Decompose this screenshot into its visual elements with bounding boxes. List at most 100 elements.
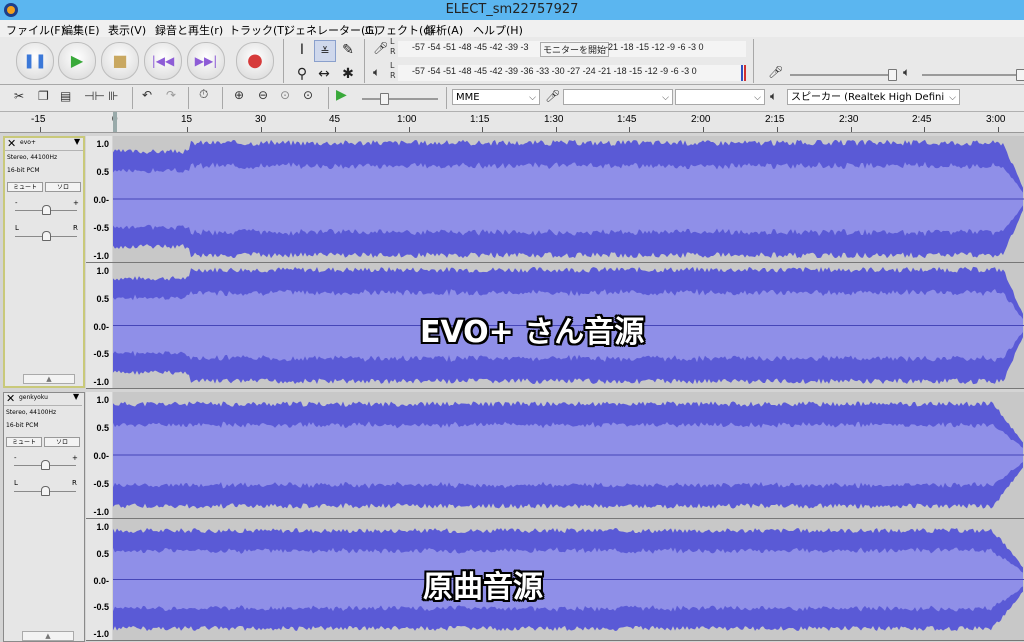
input-volume-slider[interactable]	[790, 74, 895, 76]
gain-slider-knob[interactable]	[42, 205, 51, 215]
skip-to-start-button[interactable]: |◀◀	[144, 42, 182, 80]
amplitude-scale[interactable]: 1.0 0.5 0.0- -0.5 -1.0	[86, 263, 112, 388]
ruler-tick	[998, 127, 999, 132]
playback-device-icon: 🔈︎	[770, 89, 778, 103]
skip-end-icon: ▶▶|	[194, 54, 218, 68]
envelope-tool[interactable]: ≚	[314, 40, 336, 62]
track-menu-dropdown-icon[interactable]: ▼	[73, 392, 79, 401]
stop-button[interactable]: ■	[101, 42, 139, 80]
output-volume-slider[interactable]	[922, 74, 1020, 76]
track-bit-depth: 16-bit PCM	[7, 167, 40, 174]
play-meter-r: R	[390, 71, 396, 80]
track-name-button[interactable]: evo+	[20, 139, 36, 146]
amplitude-scale[interactable]: 1.0 0.5 0.0- -0.5 -1.0	[86, 392, 112, 518]
record-button[interactable]: ●	[236, 42, 274, 80]
track-menu-dropdown-icon[interactable]: ▼	[74, 137, 80, 146]
redo-icon[interactable]: ↷	[166, 88, 176, 102]
play-speed-knob[interactable]	[380, 93, 389, 105]
scale-label: 0.0-	[93, 195, 109, 205]
pause-button[interactable]: ❚❚	[16, 42, 54, 80]
paste-icon[interactable]: ▤	[60, 89, 71, 103]
menu-analyze[interactable]: 解析(A)	[425, 22, 463, 38]
ruler-tick	[629, 127, 630, 132]
play-speed-slider[interactable]	[362, 98, 438, 100]
start-monitoring-label[interactable]: モニターを開始	[540, 42, 610, 57]
recording-device-select[interactable]: ⌵	[563, 89, 673, 105]
track-name-button[interactable]: genkyoku	[19, 394, 48, 401]
copy-icon[interactable]: ❐	[38, 89, 49, 103]
timeline-ruler[interactable]: -1501530451:001:151:301:452:002:152:302:…	[0, 112, 1024, 133]
solo-button[interactable]: ソロ	[44, 437, 80, 447]
menu-view[interactable]: 表示(V)	[108, 22, 146, 38]
playback-meter[interactable]: -57 -54 -51 -48 -45 -42 -39 -36 -33 -30 …	[398, 65, 746, 81]
ruler-tick	[851, 127, 852, 132]
zoom-out-icon[interactable]: ⊖	[258, 88, 268, 102]
waveform-channel[interactable]	[113, 392, 1024, 518]
selection-tool[interactable]: I	[292, 40, 312, 60]
scale-label: 1.0	[96, 266, 109, 276]
pan-slider-knob[interactable]	[42, 231, 51, 241]
gain-minus-label: -	[15, 199, 18, 207]
chevron-down-icon: ⌵	[754, 93, 761, 103]
play-at-speed-icon[interactable]: ▶	[336, 87, 347, 103]
magnifier-icon: ⚲	[296, 66, 308, 82]
zoom-tool[interactable]: ⚲	[292, 64, 312, 84]
ruler-tick	[335, 127, 336, 132]
scale-label: -1.0	[93, 507, 109, 517]
ruler-label: 2:45	[912, 114, 932, 125]
timeshift-tool[interactable]: ↔	[314, 64, 334, 84]
draw-tool[interactable]: ✎	[338, 40, 358, 60]
menu-effect[interactable]: エフェクト(c)	[364, 22, 434, 38]
sync-lock-icon[interactable]: ⏱	[199, 87, 208, 102]
fit-project-icon[interactable]: ⊙	[303, 88, 313, 102]
pan-slider-knob[interactable]	[41, 486, 50, 496]
speaker-icon[interactable]: 🔈︎	[373, 65, 380, 80]
output-volume-knob[interactable]	[1016, 69, 1024, 81]
fit-selection-icon[interactable]: ⊙	[280, 88, 290, 102]
close-icon[interactable]: ✕	[6, 392, 15, 405]
record-meter[interactable]: -57 -54 -51 -48 -45 -42 -39 -3 モニターを開始 -…	[398, 41, 746, 57]
trim-icon[interactable]: ⊣⊢	[84, 89, 105, 103]
playback-device-select[interactable]: スピーカー (Realtek High Defini ⌵	[787, 89, 960, 105]
close-icon[interactable]: ✕	[7, 137, 16, 150]
collapse-track-button[interactable]: ▲	[23, 374, 75, 384]
skip-to-end-button[interactable]: ▶▶|	[187, 42, 225, 80]
ruler-label: 1:15	[470, 114, 490, 125]
playback-meter-scale: -57 -54 -51 -48 -45 -42 -39 -36 -33 -30 …	[412, 66, 697, 76]
menu-help[interactable]: ヘルプ(H)	[473, 22, 523, 38]
ruler-label: 2:30	[839, 114, 859, 125]
scale-label: -0.5	[93, 602, 109, 613]
audio-host-select[interactable]: MME ⌵	[452, 89, 540, 105]
scale-label: 0.0-	[93, 575, 109, 586]
menu-file[interactable]: ファイル(F)	[6, 22, 65, 38]
gain-slider-knob[interactable]	[41, 460, 50, 470]
mute-button[interactable]: ミュート	[6, 437, 42, 447]
input-volume-knob[interactable]	[888, 69, 897, 81]
menu-tracks[interactable]: トラック(T)	[229, 22, 288, 38]
menu-transport[interactable]: 録音と再生(r)	[155, 22, 223, 38]
amplitude-scale[interactable]: 1.0 0.5 0.0- -0.5 -1.0	[86, 519, 112, 640]
zoom-in-icon[interactable]: ⊕	[234, 88, 244, 102]
play-button[interactable]: ▶	[58, 42, 96, 80]
stop-icon: ■	[112, 51, 128, 70]
mute-button[interactable]: ミュート	[7, 182, 43, 192]
scale-label: 1.0	[96, 395, 109, 405]
asterisk-icon: ✱	[342, 66, 354, 82]
menu-edit[interactable]: 編集(E)	[62, 22, 100, 38]
amplitude-scale[interactable]: 1.0 0.5 0.0- -0.5 -1.0	[86, 136, 112, 262]
multi-tool[interactable]: ✱	[338, 64, 358, 84]
recording-channels-select[interactable]: ⌵	[675, 89, 765, 105]
track-control-panel-1: ✕ evo+ ▼ Stereo, 44100Hz 16-bit PCM ミュート…	[3, 136, 85, 388]
playback-device-value: スピーカー (Realtek High Defini	[791, 92, 945, 103]
undo-icon[interactable]: ↶	[142, 88, 152, 102]
scale-label: -1.0	[93, 251, 109, 261]
track-format: Stereo, 44100Hz	[7, 154, 58, 161]
waveform-channel[interactable]	[113, 519, 1024, 640]
solo-button[interactable]: ソロ	[45, 182, 81, 192]
scale-label: 1.0	[96, 139, 109, 149]
microphone-icon[interactable]: 🎤︎	[373, 41, 388, 55]
play-icon: ▶	[70, 51, 84, 70]
silence-icon[interactable]: ⊪	[108, 89, 118, 103]
cut-icon[interactable]: ✂	[14, 89, 24, 103]
waveform-channel[interactable]	[113, 136, 1024, 262]
